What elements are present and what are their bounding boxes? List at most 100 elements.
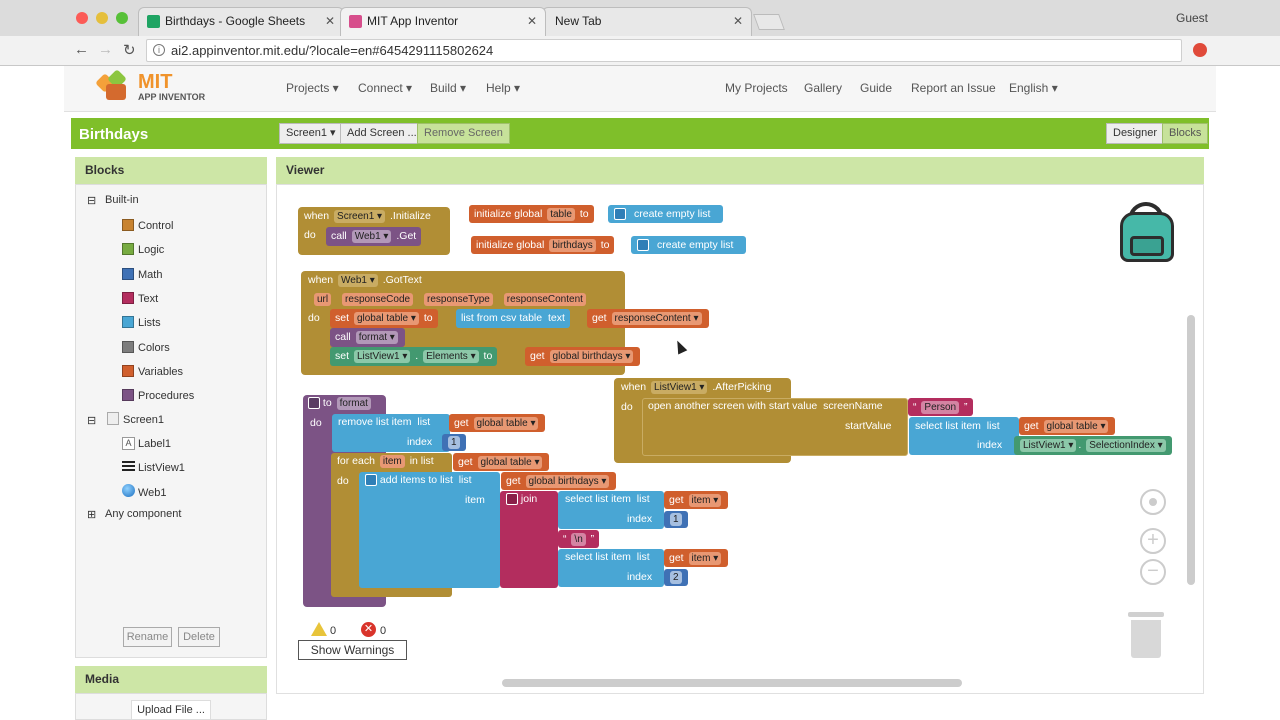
- number-block[interactable]: 2: [664, 569, 688, 586]
- param-response-code[interactable]: responseCode: [342, 293, 414, 306]
- get-global-table-block[interactable]: get global table ▾: [1019, 417, 1116, 435]
- property-dropdown[interactable]: Elements ▾: [423, 350, 479, 363]
- recenter-icon[interactable]: [1140, 489, 1166, 515]
- horizontal-scrollbar[interactable]: [502, 679, 962, 687]
- screen-collapse-icon[interactable]: ⊟: [87, 414, 96, 427]
- menu-build[interactable]: Build ▾: [430, 81, 466, 95]
- component-dropdown[interactable]: ListView1 ▾: [353, 350, 411, 363]
- link-gallery[interactable]: Gallery: [804, 81, 842, 95]
- add-screen-button[interactable]: Add Screen ...: [340, 123, 424, 144]
- call-web-get-block[interactable]: call Web1 ▾ .Get: [326, 227, 422, 246]
- var-dropdown[interactable]: global birthdays ▾: [525, 475, 610, 488]
- zoom-in-icon[interactable]: +: [1140, 528, 1166, 554]
- tree-web1[interactable]: Web1: [138, 487, 167, 499]
- component-dropdown[interactable]: ListView1 ▾: [651, 381, 708, 394]
- new-tab-button[interactable]: [753, 14, 785, 30]
- var-dropdown[interactable]: global table ▾: [1043, 420, 1109, 433]
- text-value[interactable]: \n: [571, 533, 586, 546]
- builtin-collapse-icon[interactable]: ⊟: [87, 194, 96, 207]
- component-dropdown[interactable]: Screen1 ▾: [334, 210, 386, 223]
- menu-help[interactable]: Help ▾: [486, 81, 520, 95]
- gear-icon[interactable]: [614, 208, 626, 220]
- var-dropdown[interactable]: global birthdays ▾: [549, 350, 634, 363]
- category-control[interactable]: Control: [138, 220, 173, 232]
- join-block[interactable]: [500, 491, 558, 588]
- category-colors[interactable]: Colors: [138, 342, 170, 354]
- list-from-csv-block[interactable]: list from csv table text: [456, 309, 570, 328]
- category-text[interactable]: Text: [138, 293, 158, 305]
- call-format-block[interactable]: call format ▾: [330, 328, 405, 347]
- close-window-icon[interactable]: [76, 12, 88, 24]
- logo-icon[interactable]: [95, 69, 134, 102]
- close-tab-icon[interactable]: ✕: [733, 8, 743, 34]
- forward-icon[interactable]: →: [98, 41, 113, 58]
- tree-screen1[interactable]: Screen1: [123, 414, 164, 426]
- category-variables[interactable]: Variables: [138, 366, 183, 378]
- tab-new-tab[interactable]: New Tab ✕: [542, 7, 752, 36]
- back-icon[interactable]: ←: [74, 41, 89, 58]
- text-value[interactable]: Person: [921, 401, 960, 414]
- var-dropdown[interactable]: responseContent ▾: [611, 312, 702, 325]
- property-dropdown[interactable]: SelectionIndex ▾: [1086, 439, 1166, 452]
- get-global-birthdays-block[interactable]: get global birthdays ▾: [525, 347, 641, 366]
- create-empty-list-block[interactable]: create empty list: [608, 205, 723, 223]
- close-tab-icon[interactable]: ✕: [527, 8, 537, 34]
- param-url[interactable]: url: [314, 293, 332, 306]
- trash-icon[interactable]: [1128, 610, 1164, 660]
- var-dropdown[interactable]: global table ▾: [473, 417, 539, 430]
- extension-icon[interactable]: [1193, 43, 1207, 57]
- get-response-content-block[interactable]: get responseContent ▾: [587, 309, 709, 328]
- tree-listview1[interactable]: ListView1: [138, 462, 185, 474]
- number-block[interactable]: 1: [442, 434, 466, 451]
- link-my-projects[interactable]: My Projects: [725, 81, 788, 95]
- upload-file-button[interactable]: Upload File ...: [131, 700, 211, 720]
- var-dropdown[interactable]: global table ▾: [477, 456, 543, 469]
- var-name[interactable]: birthdays: [549, 239, 596, 252]
- number-value[interactable]: 1: [448, 436, 460, 449]
- number-value[interactable]: 1: [670, 513, 682, 526]
- number-block[interactable]: 1: [664, 511, 688, 528]
- profile-label[interactable]: Guest: [1176, 11, 1208, 25]
- menu-connect[interactable]: Connect ▾: [358, 81, 412, 95]
- category-logic[interactable]: Logic: [138, 244, 164, 256]
- menu-language[interactable]: English ▾: [1009, 81, 1058, 95]
- tab-google-sheets[interactable]: Birthdays - Google Sheets ✕: [138, 7, 344, 36]
- get-item-block[interactable]: get item ▾: [664, 491, 729, 509]
- param-response-content[interactable]: responseContent: [503, 293, 586, 306]
- get-item-block[interactable]: get item ▾: [664, 549, 729, 567]
- component-dropdown[interactable]: ListView1 ▾: [1020, 439, 1077, 452]
- var-name[interactable]: table: [547, 208, 575, 221]
- component-dropdown[interactable]: Web1 ▾: [351, 230, 392, 243]
- remove-screen-button[interactable]: Remove Screen: [417, 123, 510, 144]
- backpack-icon[interactable]: [1118, 202, 1176, 262]
- get-global-table-block[interactable]: get global table ▾: [449, 414, 546, 432]
- designer-button[interactable]: Designer: [1106, 123, 1165, 144]
- set-global-table-block[interactable]: set global table ▾ to: [330, 309, 438, 328]
- gear-icon[interactable]: [365, 474, 377, 487]
- url-input[interactable]: i ai2.appinventor.mit.edu/?locale=en#645…: [146, 39, 1182, 62]
- category-math[interactable]: Math: [138, 269, 162, 281]
- vertical-scrollbar[interactable]: [1187, 315, 1195, 585]
- var-dropdown[interactable]: global table ▾: [353, 312, 419, 325]
- link-guide[interactable]: Guide: [860, 81, 892, 95]
- zoom-out-icon[interactable]: −: [1140, 559, 1166, 585]
- init-global-birthdays-block[interactable]: initialize global birthdays to: [471, 236, 615, 254]
- close-tab-icon[interactable]: ✕: [325, 8, 335, 34]
- blocks-button[interactable]: Blocks: [1162, 123, 1209, 144]
- init-global-table-block[interactable]: initialize global table to: [469, 205, 594, 223]
- category-lists[interactable]: Lists: [138, 317, 161, 329]
- loop-variable[interactable]: item: [379, 455, 405, 468]
- text-person-block[interactable]: “ Person ”: [908, 398, 973, 416]
- set-listview-elements-block[interactable]: set ListView1 ▾ . Elements ▾ to: [330, 347, 498, 366]
- rename-button[interactable]: Rename: [123, 627, 172, 647]
- get-global-birthdays-block[interactable]: get global birthdays ▾: [501, 472, 617, 490]
- maximize-window-icon[interactable]: [116, 12, 128, 24]
- listview-selectionindex-block[interactable]: ListView1 ▾. SelectionIndex ▾: [1014, 436, 1172, 455]
- var-dropdown[interactable]: item ▾: [688, 552, 722, 565]
- var-dropdown[interactable]: item ▾: [688, 494, 722, 507]
- gear-icon[interactable]: [308, 397, 320, 410]
- number-value[interactable]: 2: [670, 571, 682, 584]
- text-newline-block[interactable]: “ \n ”: [558, 530, 600, 548]
- get-global-table-block[interactable]: get global table ▾: [453, 453, 550, 471]
- param-response-type[interactable]: responseType: [424, 293, 493, 306]
